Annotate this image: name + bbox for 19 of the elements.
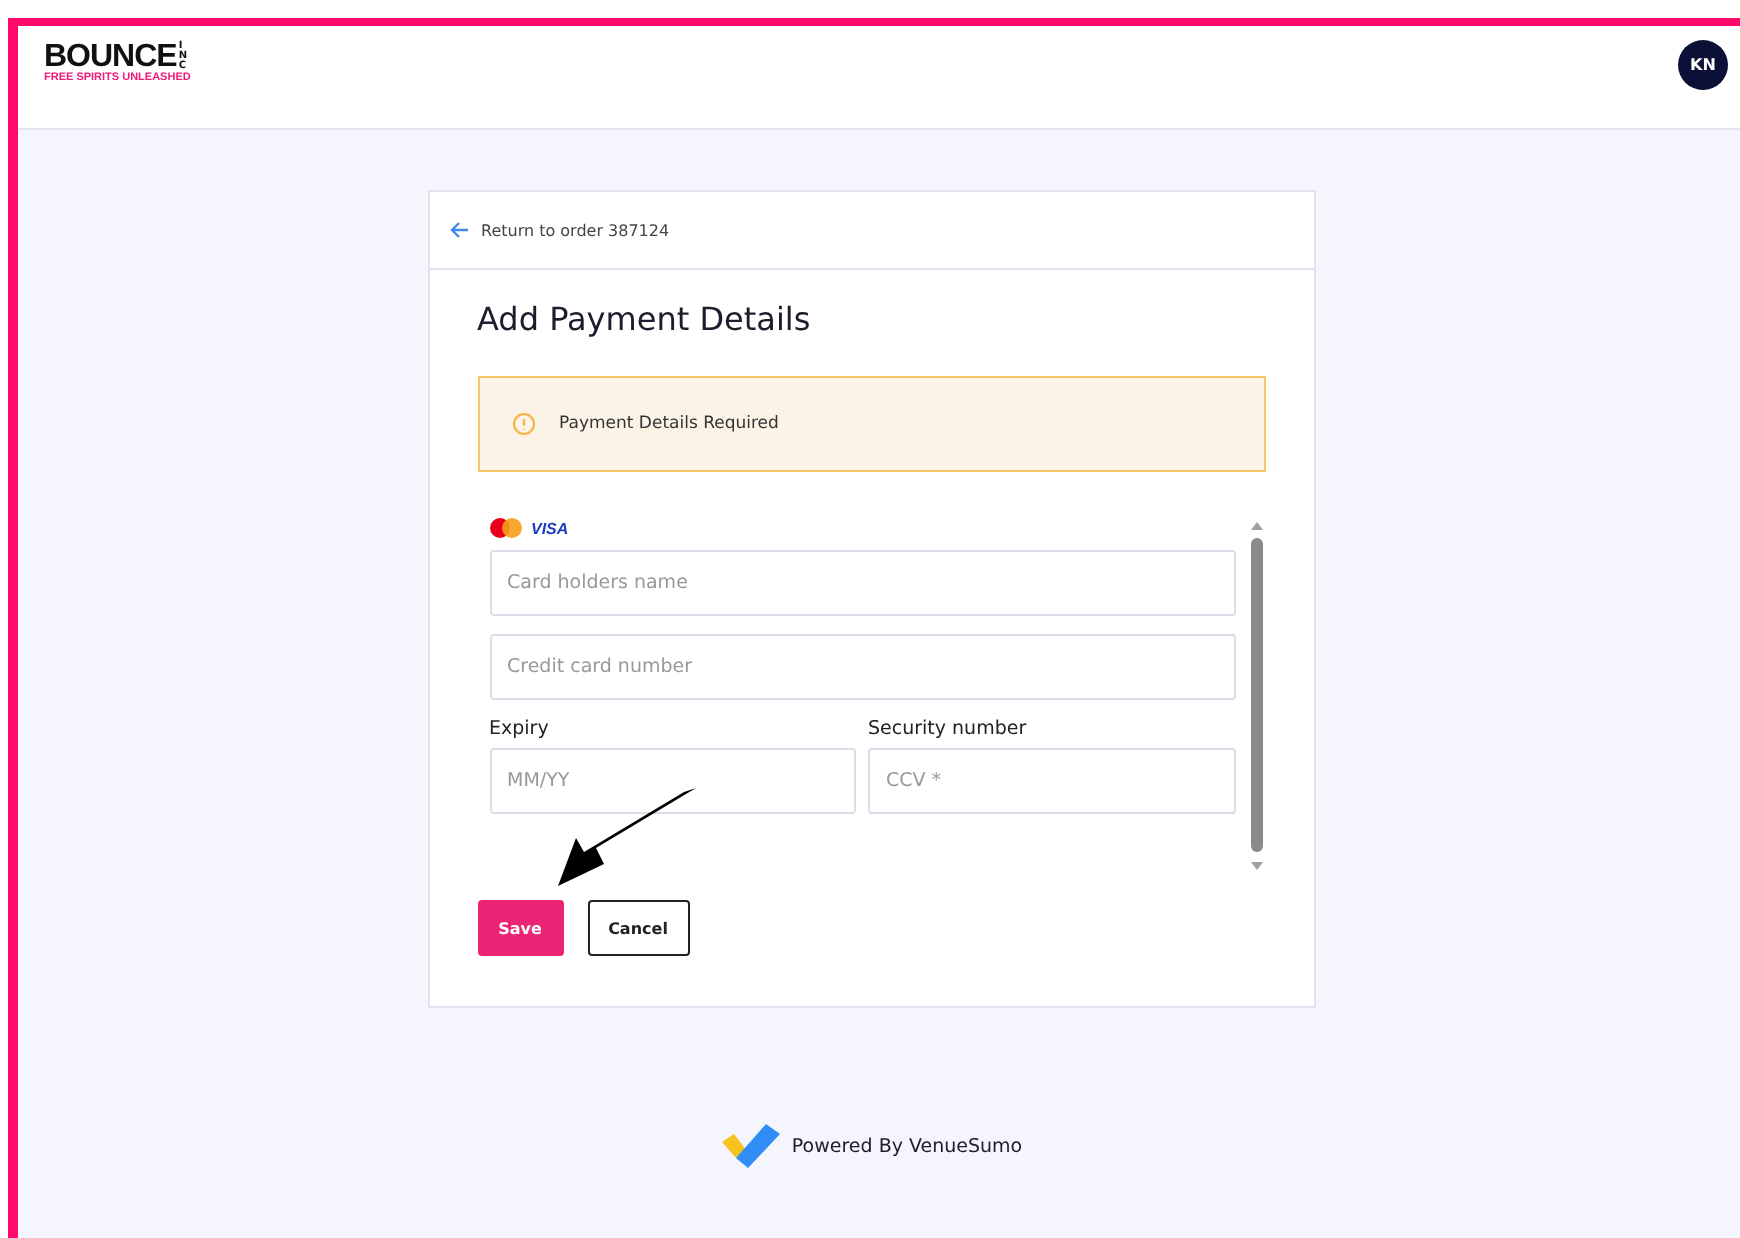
logo-wordmark: BOUNCE — [44, 42, 177, 72]
field-label: Security number — [868, 718, 1029, 740]
back-link[interactable]: Return to order 387124 — [449, 220, 670, 240]
mastercard-icon — [489, 518, 521, 538]
powered-by-text: Powered By VenueSumo — [791, 1135, 1023, 1157]
save-button[interactable]: Save — [477, 900, 563, 956]
user-avatar[interactable]: KN — [1678, 40, 1728, 90]
input-field[interactable]: Card holders name — [489, 550, 1235, 616]
back-arrow-icon — [449, 220, 469, 240]
venuesumo-logo-icon — [719, 1122, 784, 1170]
field-label: Expiry — [489, 718, 551, 740]
card-brand-logo: VISA — [531, 519, 569, 537]
info-icon — [511, 412, 535, 436]
cancel-button[interactable]: Cancel — [587, 900, 689, 956]
input-field[interactable]: CCV * — [868, 748, 1235, 814]
input-field[interactable]: MM/YY — [489, 748, 856, 814]
alert-text: Payment Details Required — [559, 414, 779, 434]
input-field[interactable]: Credit card number — [489, 634, 1235, 700]
page-title: Add Payment Details — [477, 300, 813, 338]
